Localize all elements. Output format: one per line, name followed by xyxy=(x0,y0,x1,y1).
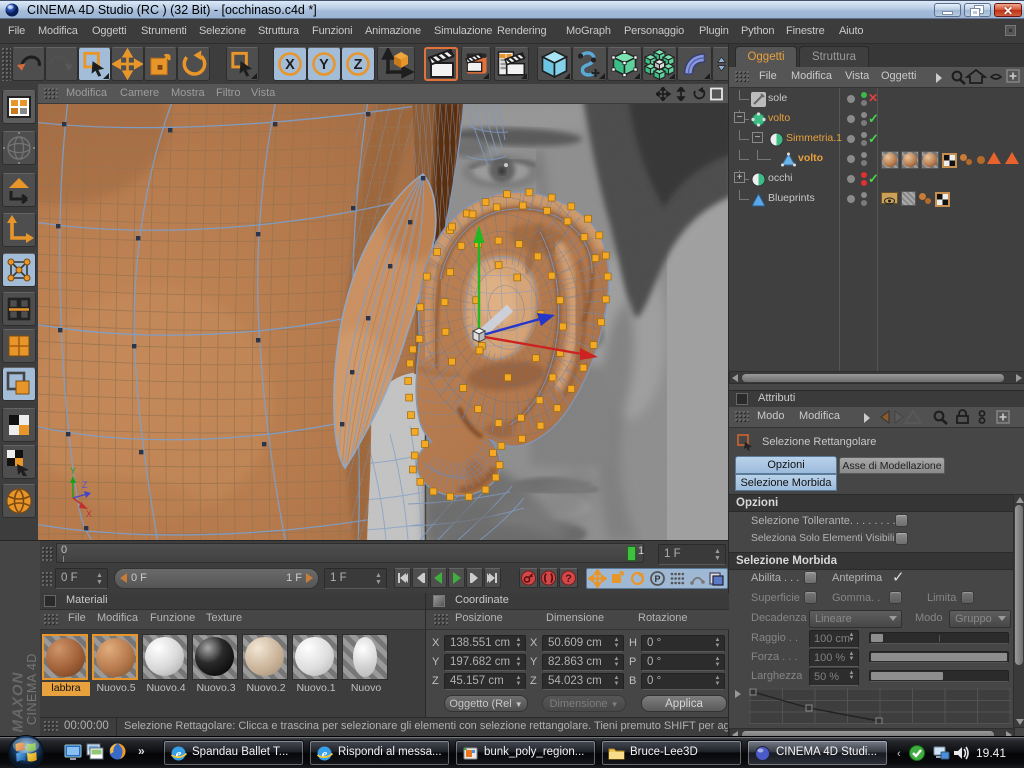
svg-text:e: e xyxy=(176,746,182,761)
svg-text:Y: Y xyxy=(319,57,329,73)
svg-text:Y: Y xyxy=(70,466,76,476)
svg-text:?: ? xyxy=(565,573,572,585)
svg-text:P: P xyxy=(654,574,660,584)
svg-text:Z: Z xyxy=(82,480,88,490)
svg-text:e: e xyxy=(322,746,328,761)
svg-text:X: X xyxy=(86,509,92,519)
svg-text:X: X xyxy=(285,57,295,73)
svg-text:Z: Z xyxy=(354,57,363,73)
